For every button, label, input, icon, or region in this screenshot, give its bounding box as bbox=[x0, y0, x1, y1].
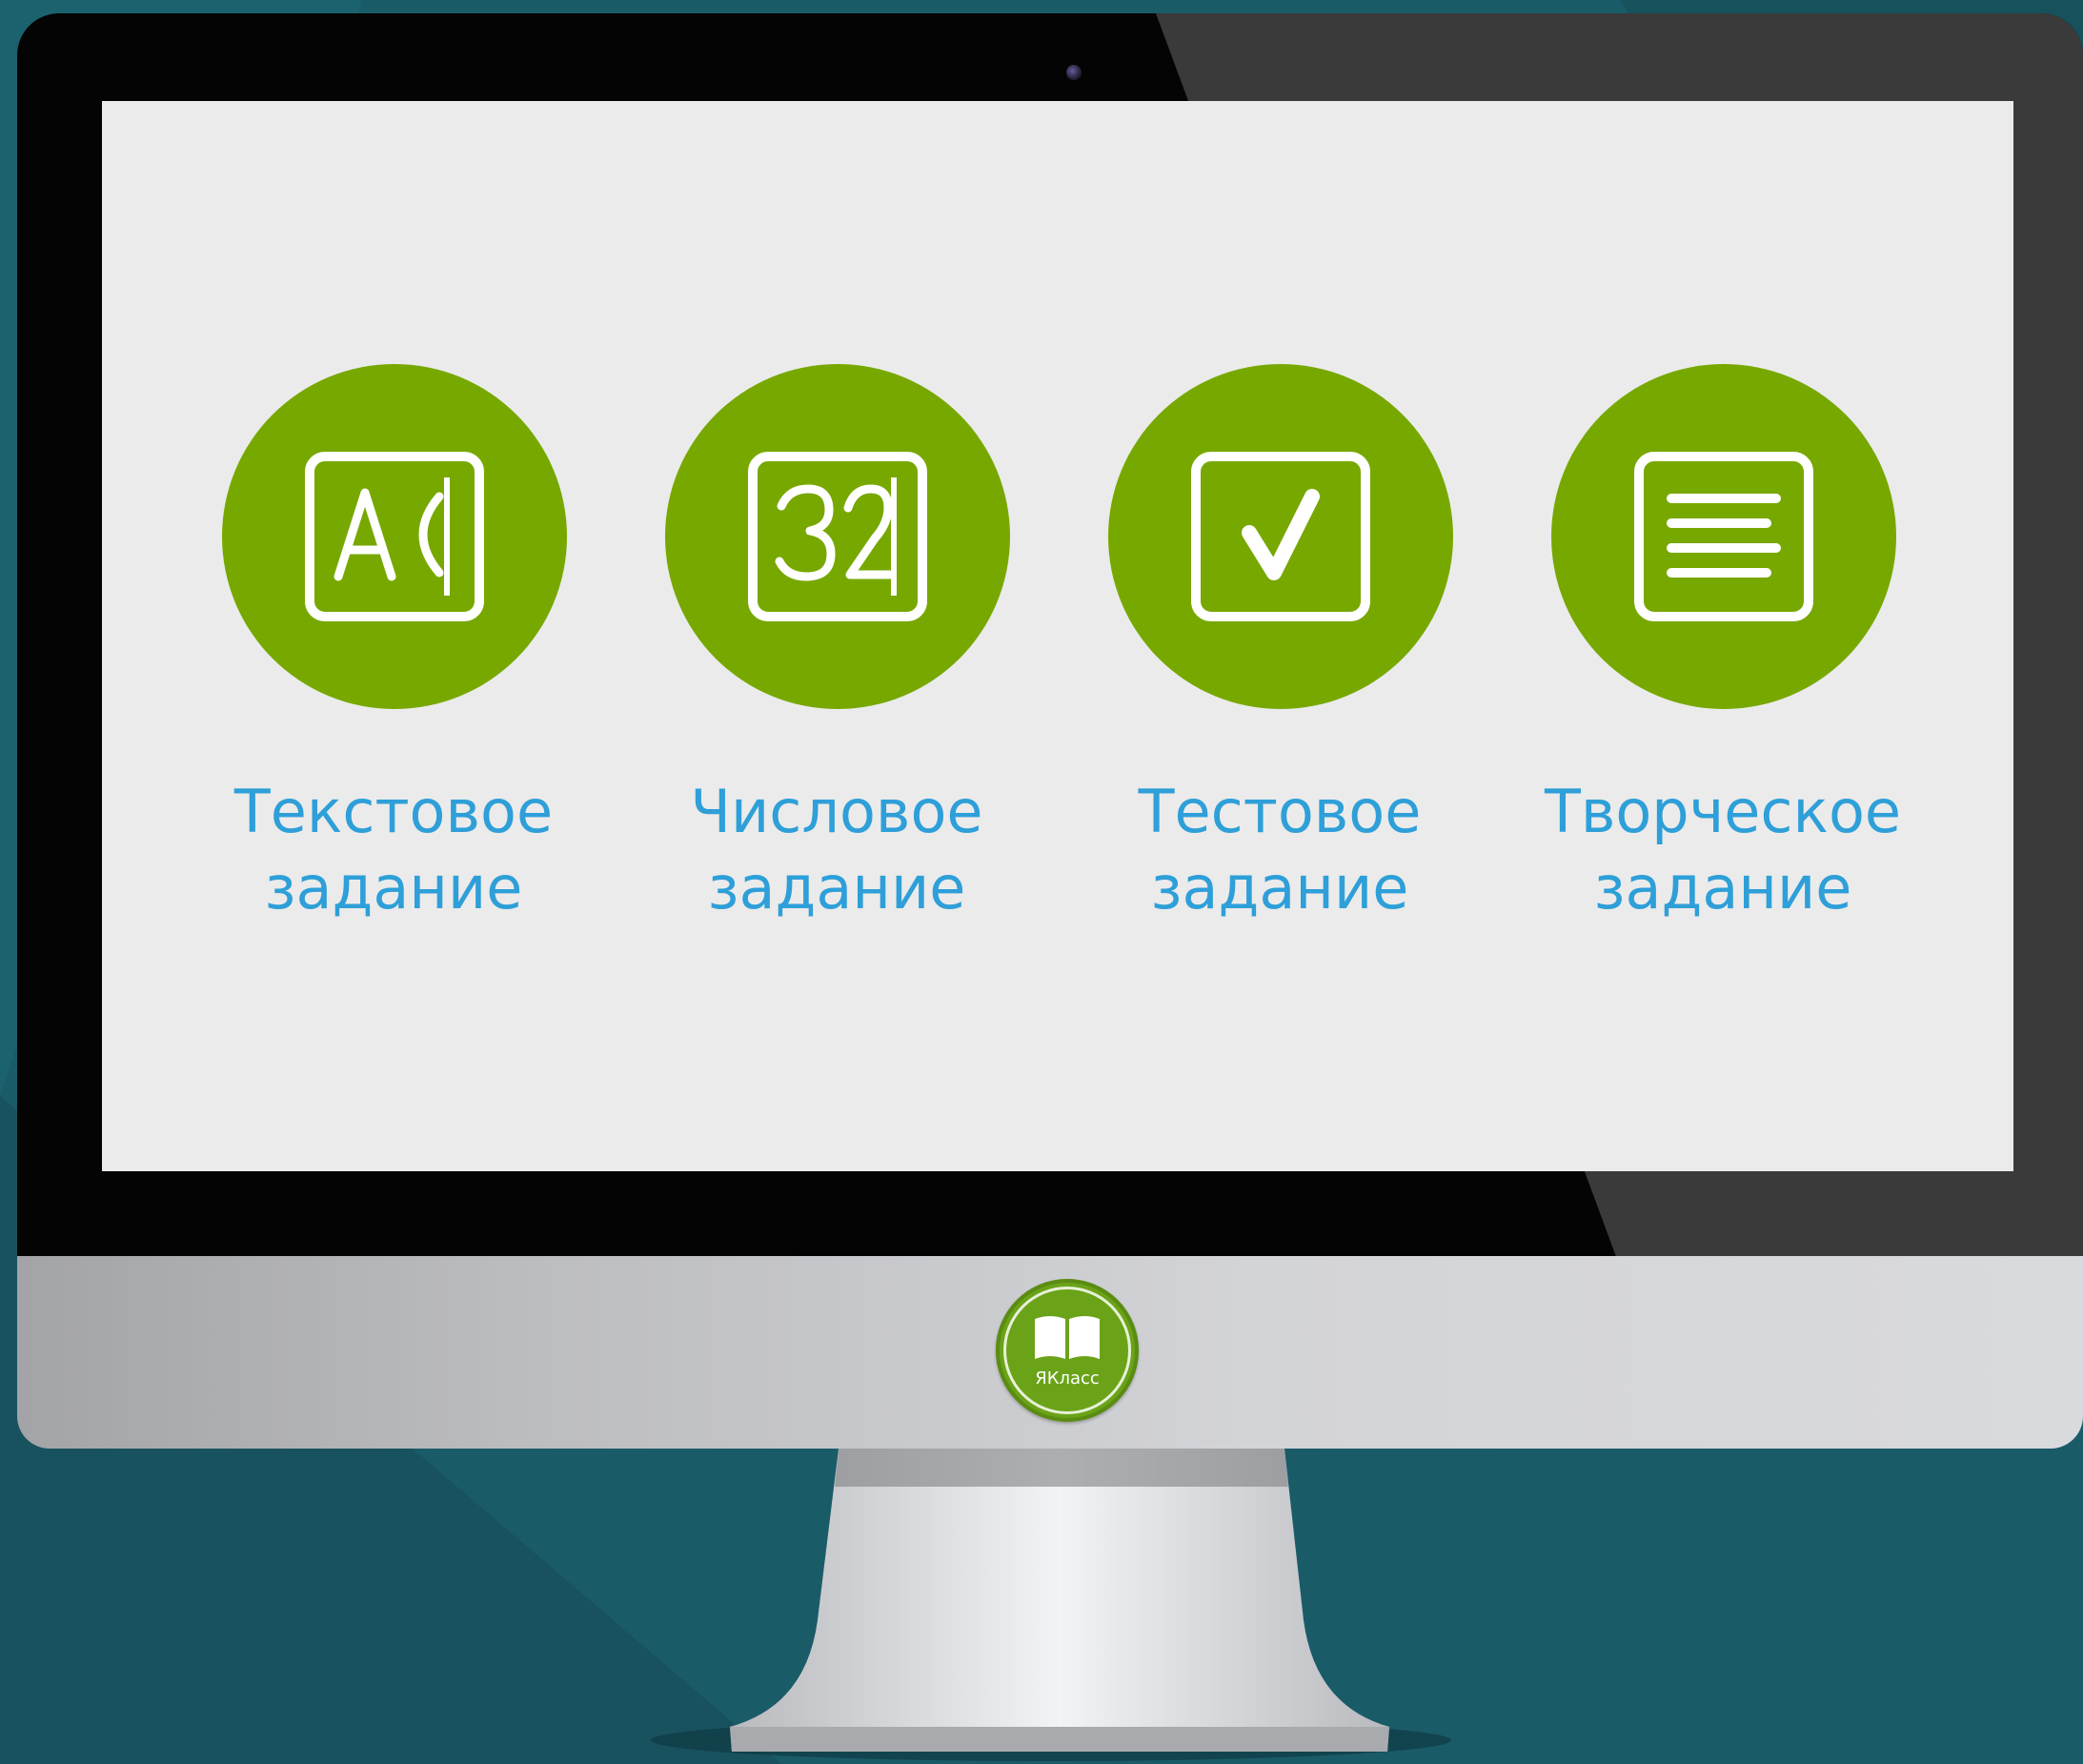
yaklass-logo[interactable]: ЯКласс bbox=[996, 1279, 1139, 1422]
monitor-stand bbox=[651, 1449, 1451, 1761]
brand-name: ЯКласс bbox=[1035, 1369, 1100, 1389]
book-icon bbox=[1035, 1316, 1100, 1359]
